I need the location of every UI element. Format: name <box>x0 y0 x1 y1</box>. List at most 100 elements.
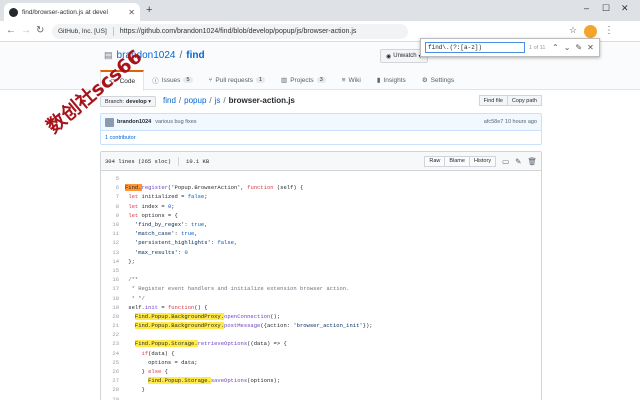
code-token: saveOptions <box>210 377 248 385</box>
tab-issues-label: Issues <box>161 76 181 84</box>
code-token: * */ <box>128 294 145 302</box>
line-source: let initialized = false; <box>125 193 207 200</box>
line-number[interactable]: 6 <box>101 184 125 191</box>
tab-insights[interactable]: ▮ Insights <box>369 70 414 90</box>
code-listing: 5 6 Find.register('Popup.BrowserAction', f… <box>101 174 541 400</box>
line-number[interactable]: 28 <box>101 386 125 393</box>
branch-select-button[interactable]: Branch: develop ▾ <box>100 96 157 107</box>
line-source: options = data; <box>125 359 198 366</box>
tab-close-icon[interactable]: ✕ <box>128 8 135 17</box>
raw-button[interactable]: Raw <box>424 155 446 167</box>
code-token: 'browser_action_init' <box>293 322 363 330</box>
code-token: 'persistent_highlights' <box>134 239 211 247</box>
trash-icon[interactable]: 🗑 <box>527 157 537 166</box>
line-number[interactable]: 16 <box>101 276 125 283</box>
file-viewer: 304 lines (265 sloc) 10.1 KB Raw Blame H… <box>100 151 542 400</box>
tab-settings[interactable]: ⚙ Settings <box>414 70 462 90</box>
line-number[interactable]: 19 <box>101 304 125 311</box>
line-number[interactable]: 17 <box>101 285 125 292</box>
pencil-icon[interactable]: ✎ <box>515 157 521 166</box>
site-identity[interactable]: GitHub, Inc. [US] <box>58 28 107 35</box>
wiki-icon: ≡ <box>341 76 346 84</box>
line-number[interactable]: 12 <box>101 239 125 246</box>
search-highlight: Find.Popup.Storage. <box>134 340 198 348</box>
find-file-button[interactable]: Find file <box>478 95 508 106</box>
reload-icon[interactable]: ↻ <box>36 25 44 36</box>
profile-avatar[interactable] <box>584 25 597 38</box>
find-search-input[interactable] <box>425 42 525 53</box>
search-highlight: Find.Popup.BackgroundProxy. <box>134 312 225 320</box>
minimize-icon[interactable]: – <box>584 3 589 13</box>
line-number[interactable]: 29 <box>101 396 125 400</box>
line-number[interactable]: 20 <box>101 313 125 320</box>
breadcrumb-separator: / <box>223 96 226 105</box>
line-source: let index = 0; <box>125 202 174 210</box>
tab-issues[interactable]: ⓘ Issues 5 <box>144 70 200 90</box>
code-token: 'max_results' <box>134 248 178 256</box>
forward-icon[interactable]: → <box>21 25 31 36</box>
blame-button[interactable]: Blame <box>445 155 470 167</box>
avatar[interactable] <box>105 117 114 127</box>
line-number[interactable]: 21 <box>101 322 125 329</box>
history-button[interactable]: History <box>469 155 497 167</box>
monitor-icon[interactable]: ▭ <box>502 157 509 166</box>
extension-icon[interactable]: ☆ <box>569 25 577 36</box>
maximize-icon[interactable]: ☐ <box>602 3 610 14</box>
tab-wiki[interactable]: ≡ Wiki <box>334 70 369 90</box>
address-bar[interactable]: GitHub, Inc. [US] https://github.com/bra… <box>52 24 408 39</box>
line-number[interactable]: 10 <box>101 221 125 228</box>
url-text[interactable]: https://github.com/brandon1024/find/blob… <box>120 28 357 35</box>
find-options-icon[interactable]: ✎ <box>575 43 582 52</box>
line-number[interactable]: 22 <box>101 331 125 338</box>
tab-pull-requests[interactable]: ⑂ Pull requests 1 <box>201 70 274 90</box>
breadcrumb-separator: / <box>209 96 212 105</box>
breadcrumb-dir[interactable]: js <box>215 96 221 105</box>
code-token: true <box>181 230 195 238</box>
breadcrumb-root[interactable]: find <box>163 96 176 105</box>
line-number[interactable]: 14 <box>101 258 125 265</box>
search-highlight: Find.Popup.BackgroundProxy. <box>134 322 225 330</box>
close-window-icon[interactable]: ✕ <box>621 3 629 14</box>
tab-projects[interactable]: ▥ Projects 3 <box>273 70 334 90</box>
line-number[interactable]: 26 <box>101 368 125 375</box>
repo-name-link[interactable]: find <box>186 50 204 61</box>
line-number[interactable]: 7 <box>101 193 125 200</box>
line-number[interactable]: 15 <box>101 267 125 274</box>
contributors-link[interactable]: 1 contributor <box>101 131 541 145</box>
unwatch-label: Unwatch <box>393 53 417 59</box>
browser-tab[interactable]: find/browser-action.js at devel ✕ <box>4 3 140 21</box>
line-number[interactable]: 18 <box>101 295 125 302</box>
search-highlight: Find.Popup.Storage. <box>148 377 211 385</box>
line-number[interactable]: 23 <box>101 340 125 347</box>
line-number[interactable]: 5 <box>101 175 125 182</box>
line-number[interactable]: 24 <box>101 350 125 357</box>
find-previous-icon[interactable]: ⌃ <box>552 43 559 52</box>
line-number[interactable]: 25 <box>101 359 125 366</box>
code-line: 15 <box>101 266 541 275</box>
new-tab-icon[interactable]: + <box>146 4 152 16</box>
code-token: (options); <box>247 377 281 385</box>
find-next-icon[interactable]: ⌄ <box>564 43 571 52</box>
line-number[interactable]: 9 <box>101 212 125 219</box>
find-close-icon[interactable]: ✕ <box>587 43 594 52</box>
line-source: /** <box>125 276 138 283</box>
line-number[interactable]: 27 <box>101 377 125 384</box>
copy-path-button[interactable]: Copy path <box>507 95 542 106</box>
browser-menu-icon[interactable]: ⋮ <box>604 25 614 36</box>
back-icon[interactable]: ← <box>6 25 16 36</box>
line-number[interactable]: 8 <box>101 203 125 210</box>
line-number[interactable]: 13 <box>101 249 125 256</box>
github-favicon-icon <box>9 7 18 17</box>
line-number[interactable]: 11 <box>101 230 125 237</box>
code-token: options = data; <box>125 358 198 366</box>
breadcrumb-dir[interactable]: popup <box>184 96 206 105</box>
code-token: index = <box>138 202 168 210</box>
commit-meta[interactable]: afc58e7 10 hours ago <box>484 119 537 125</box>
line-source: 'match_case': true, <box>125 230 198 237</box>
commit-author[interactable]: brandon1024 <box>117 119 151 125</box>
code-token: init <box>144 303 159 311</box>
code-token: /** <box>128 276 139 284</box>
commit-message[interactable]: various bug fixes <box>155 119 484 125</box>
